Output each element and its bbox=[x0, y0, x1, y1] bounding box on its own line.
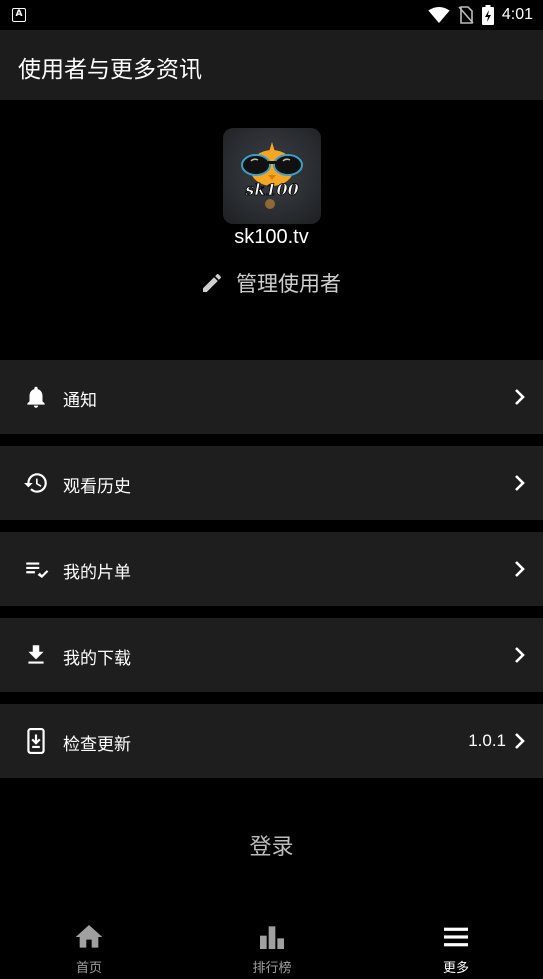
chevron-right-icon bbox=[515, 733, 525, 749]
nav-tab-label: 首页 bbox=[75, 961, 102, 976]
pencil-icon bbox=[203, 273, 222, 292]
bar-chart-icon bbox=[260, 926, 284, 949]
manage-users-button[interactable]: 管理使用者 bbox=[200, 268, 341, 298]
menu-icon bbox=[444, 927, 468, 947]
app-version: 1.0.1 bbox=[468, 731, 506, 750]
menu-item-label: 我的下载 bbox=[63, 649, 131, 669]
phone-update-icon bbox=[27, 728, 45, 754]
nav-tab-home[interactable]: 首页 bbox=[29, 921, 149, 977]
menu-item-history[interactable]: 观看历史 bbox=[0, 446, 543, 520]
bottom-nav: 首页 排行榜 更多 bbox=[0, 913, 543, 979]
chevron-right-icon bbox=[515, 561, 525, 577]
chevron-right-icon bbox=[515, 475, 525, 491]
menu-item-downloads[interactable]: 我的下载 bbox=[0, 618, 543, 692]
history-icon bbox=[24, 473, 47, 493]
accessibility-icon: A bbox=[12, 8, 26, 22]
playlist-check-icon bbox=[26, 562, 49, 578]
login-button[interactable]: 登录 bbox=[0, 829, 543, 861]
avatar-text: sk100 bbox=[244, 180, 299, 199]
bell-icon bbox=[27, 386, 45, 408]
menu-item-label: 通知 bbox=[63, 391, 97, 411]
nav-tab-ranking[interactable]: 排行榜 bbox=[212, 921, 332, 977]
sim-off-icon bbox=[458, 6, 474, 24]
home-icon bbox=[75, 925, 103, 948]
download-icon bbox=[28, 645, 44, 664]
menu-item-notifications[interactable]: 通知 bbox=[0, 360, 543, 434]
battery-charging-icon bbox=[481, 5, 494, 25]
wifi-icon bbox=[428, 7, 450, 23]
nav-tab-more[interactable]: 更多 bbox=[396, 921, 516, 977]
nav-tab-label: 排行榜 bbox=[252, 961, 292, 976]
chevron-right-icon bbox=[515, 389, 525, 405]
avatar[interactable]: sk100 bbox=[223, 128, 321, 224]
menu-item-label: 检查更新 bbox=[63, 735, 131, 755]
nav-tab-label: 更多 bbox=[442, 961, 469, 976]
menu-item-playlist[interactable]: 我的片单 bbox=[0, 532, 543, 606]
manage-users-label: 管理使用者 bbox=[236, 272, 341, 296]
status-icons: 4:01 bbox=[428, 5, 533, 25]
menu-item-check-update[interactable]: 检查更新 1.0.1 bbox=[0, 704, 543, 778]
avatar-logo: sk100 bbox=[241, 142, 303, 209]
menu-item-label: 观看历史 bbox=[63, 477, 131, 497]
status-bar: A 4:01 bbox=[0, 0, 543, 30]
menu-item-label: 我的片单 bbox=[63, 563, 131, 583]
status-time: 4:01 bbox=[501, 6, 533, 23]
app-bar: 使用者与更多资讯 bbox=[0, 30, 543, 100]
chevron-right-icon bbox=[515, 647, 525, 663]
page-title: 使用者与更多资讯 bbox=[18, 57, 202, 83]
profile-section: sk100 sk100.tv 管理使用者 bbox=[0, 100, 543, 340]
username: sk100.tv bbox=[234, 226, 309, 248]
